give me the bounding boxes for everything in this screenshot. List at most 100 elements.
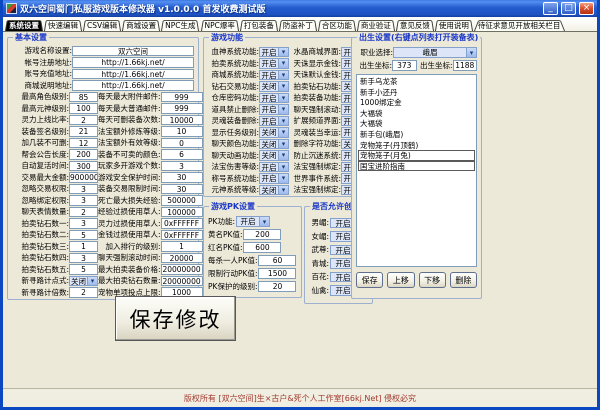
text-field[interactable]: 2▾ bbox=[69, 287, 98, 298]
text-field[interactable]: 0xFFFFFF▾ bbox=[161, 230, 203, 241]
list-action-button[interactable]: 上移 bbox=[387, 272, 414, 288]
list-action-button[interactable]: 保存 bbox=[356, 272, 383, 288]
list-action-button[interactable]: 下移 bbox=[419, 272, 446, 288]
coord-field[interactable]: 373 bbox=[392, 60, 417, 71]
list-item[interactable]: 宠物笼子(丹顶鹤) bbox=[358, 140, 475, 151]
text-field[interactable]: 5▾ bbox=[69, 264, 98, 275]
dropdown-arrow-icon[interactable]: ▾ bbox=[87, 277, 97, 286]
tab[interactable]: 系统设置 bbox=[5, 19, 43, 31]
text-field[interactable]: 200▾ bbox=[69, 149, 98, 160]
text-field[interactable]: 100▾ bbox=[69, 103, 98, 114]
dropdown-arrow-icon[interactable]: ▾ bbox=[278, 48, 288, 57]
tab[interactable]: 使用说明 bbox=[435, 19, 473, 31]
text-field[interactable]: 30▾ bbox=[161, 172, 203, 183]
toggle-dropdown[interactable]: 开启▾ bbox=[259, 47, 289, 58]
list-item[interactable]: 大福袋 bbox=[358, 108, 475, 119]
dropdown-arrow-icon[interactable]: ▾ bbox=[278, 174, 288, 183]
text-field[interactable]: 双六空间▾ bbox=[72, 46, 194, 57]
text-field[interactable]: 3▾ bbox=[161, 161, 203, 172]
dropdown-arrow-icon[interactable]: ▾ bbox=[278, 105, 288, 114]
tab[interactable]: 快速编辑 bbox=[44, 19, 82, 31]
text-field[interactable]: http://1.66kj.net/▾ bbox=[72, 69, 194, 80]
text-field[interactable]: 10▾ bbox=[161, 126, 203, 137]
text-field[interactable]: 3▾ bbox=[69, 184, 98, 195]
maximize-button[interactable]: □ bbox=[561, 2, 576, 15]
tab[interactable]: 商业验证 bbox=[357, 19, 395, 31]
text-field[interactable]: 100000▾ bbox=[161, 207, 203, 218]
text-field[interactable]: 2▾ bbox=[69, 207, 98, 218]
text-field[interactable]: 300▾ bbox=[69, 161, 98, 172]
text-field[interactable]: 0xFFFFFF▾ bbox=[161, 218, 203, 229]
toggle-dropdown[interactable]: 关闭▾ bbox=[259, 127, 289, 138]
tab[interactable]: 打包装备 bbox=[240, 19, 278, 31]
text-field[interactable]: 1▾ bbox=[161, 241, 203, 252]
tab[interactable]: 意见反馈 bbox=[396, 19, 434, 31]
minimize-button[interactable]: _ bbox=[543, 2, 558, 15]
text-field[interactable]: 关闭▾ bbox=[69, 276, 98, 287]
coord-field[interactable]: 1188 bbox=[453, 60, 478, 71]
text-field[interactable]: 2▾ bbox=[69, 115, 98, 126]
starter-items-list[interactable]: 新手乌龙茶新手小还丹1000绑定金大福袋大福袋新手包(峨眉)宠物笼子(丹顶鹤)宠… bbox=[356, 74, 477, 267]
text-field[interactable]: 12▾ bbox=[69, 138, 98, 149]
text-field[interactable]: 1500▾ bbox=[258, 268, 296, 279]
text-field[interactable]: 20000000▾ bbox=[161, 264, 203, 275]
list-item[interactable]: 新手包(峨眉) bbox=[358, 129, 475, 140]
text-field[interactable]: 20000▾ bbox=[161, 253, 203, 264]
text-field[interactable]: 6▾ bbox=[161, 149, 203, 160]
dropdown-arrow-icon[interactable]: ▾ bbox=[259, 217, 269, 226]
dropdown-arrow-icon[interactable]: ▾ bbox=[278, 140, 288, 149]
dropdown-arrow-icon[interactable]: ▾ bbox=[466, 48, 476, 57]
text-field[interactable]: 20▾ bbox=[258, 281, 296, 292]
text-field[interactable]: 60▾ bbox=[258, 255, 296, 266]
text-field[interactable]: 600▾ bbox=[243, 242, 281, 253]
list-action-button[interactable]: 删除 bbox=[450, 272, 477, 288]
text-field[interactable]: http://1.66kj.net/▾ bbox=[72, 80, 194, 91]
tab[interactable]: NPC生成 bbox=[161, 19, 199, 31]
toggle-dropdown[interactable]: 开启▾ bbox=[259, 104, 289, 115]
dropdown-arrow-icon[interactable]: ▾ bbox=[278, 94, 288, 103]
dropdown-arrow-icon[interactable]: ▾ bbox=[278, 117, 288, 126]
text-field[interactable]: 0▾ bbox=[161, 138, 203, 149]
text-field[interactable]: 30▾ bbox=[161, 184, 203, 195]
text-field[interactable]: 90000000▾ bbox=[69, 172, 98, 183]
toggle-dropdown[interactable]: 关闭▾ bbox=[259, 81, 289, 92]
dropdown-arrow-icon[interactable]: ▾ bbox=[278, 163, 288, 172]
dropdown-arrow-icon[interactable]: ▾ bbox=[278, 71, 288, 80]
tab[interactable]: 商城设置 bbox=[122, 19, 160, 31]
text-field[interactable]: 1▾ bbox=[69, 241, 98, 252]
list-item[interactable]: 新手乌龙茶 bbox=[358, 76, 475, 87]
text-field[interactable]: 999▾ bbox=[161, 103, 203, 114]
tab[interactable]: CSV编辑 bbox=[83, 19, 121, 31]
toggle-dropdown[interactable]: 关闭▾ bbox=[259, 150, 289, 161]
close-button[interactable]: × bbox=[579, 2, 594, 15]
toggle-dropdown[interactable]: 关闭▾ bbox=[259, 139, 289, 150]
dropdown-arrow-icon[interactable]: ▾ bbox=[278, 59, 288, 68]
list-item[interactable]: 大福袋 bbox=[358, 118, 475, 129]
dropdown-arrow-icon[interactable]: ▾ bbox=[278, 128, 288, 137]
dropdown-arrow-icon[interactable]: ▾ bbox=[278, 82, 288, 91]
toggle-dropdown[interactable]: 开启▾ bbox=[259, 93, 289, 104]
dropdown-arrow-icon[interactable]: ▾ bbox=[278, 151, 288, 160]
toggle-dropdown[interactable]: 开启▾ bbox=[259, 70, 289, 81]
text-field[interactable]: 10000▾ bbox=[161, 115, 203, 126]
dropdown-arrow-icon[interactable]: ▾ bbox=[278, 186, 288, 195]
toggle-dropdown[interactable]: 开启▾ bbox=[259, 162, 289, 173]
toggle-dropdown[interactable]: 开启▾ bbox=[259, 58, 289, 69]
toggle-dropdown[interactable]: 关闭▾ bbox=[259, 185, 289, 196]
job-dropdown[interactable]: 峨眉▾ bbox=[393, 47, 477, 58]
tab[interactable]: 待征求意见开放相关栏目 bbox=[474, 19, 565, 31]
list-item[interactable]: 1000绑定金 bbox=[358, 97, 475, 108]
text-field[interactable]: 3▾ bbox=[69, 195, 98, 206]
text-field[interactable]: 3▾ bbox=[69, 253, 98, 264]
text-field[interactable]: 20000000▾ bbox=[161, 276, 203, 287]
list-item[interactable]: 宠物笼子(月兔) bbox=[358, 150, 475, 161]
save-changes-button[interactable]: 保存修改 bbox=[115, 296, 236, 341]
text-field[interactable]: 21▾ bbox=[69, 126, 98, 137]
toggle-dropdown[interactable]: 开启▾ bbox=[259, 173, 289, 184]
toggle-dropdown[interactable]: 开启▾ bbox=[259, 116, 289, 127]
text-field[interactable]: 999▾ bbox=[161, 92, 203, 103]
tab[interactable]: NPC爆率 bbox=[201, 19, 239, 31]
tab[interactable]: 合区功能 bbox=[318, 19, 356, 31]
list-item[interactable]: 新手小还丹 bbox=[358, 87, 475, 98]
text-field[interactable]: 5▾ bbox=[69, 230, 98, 241]
